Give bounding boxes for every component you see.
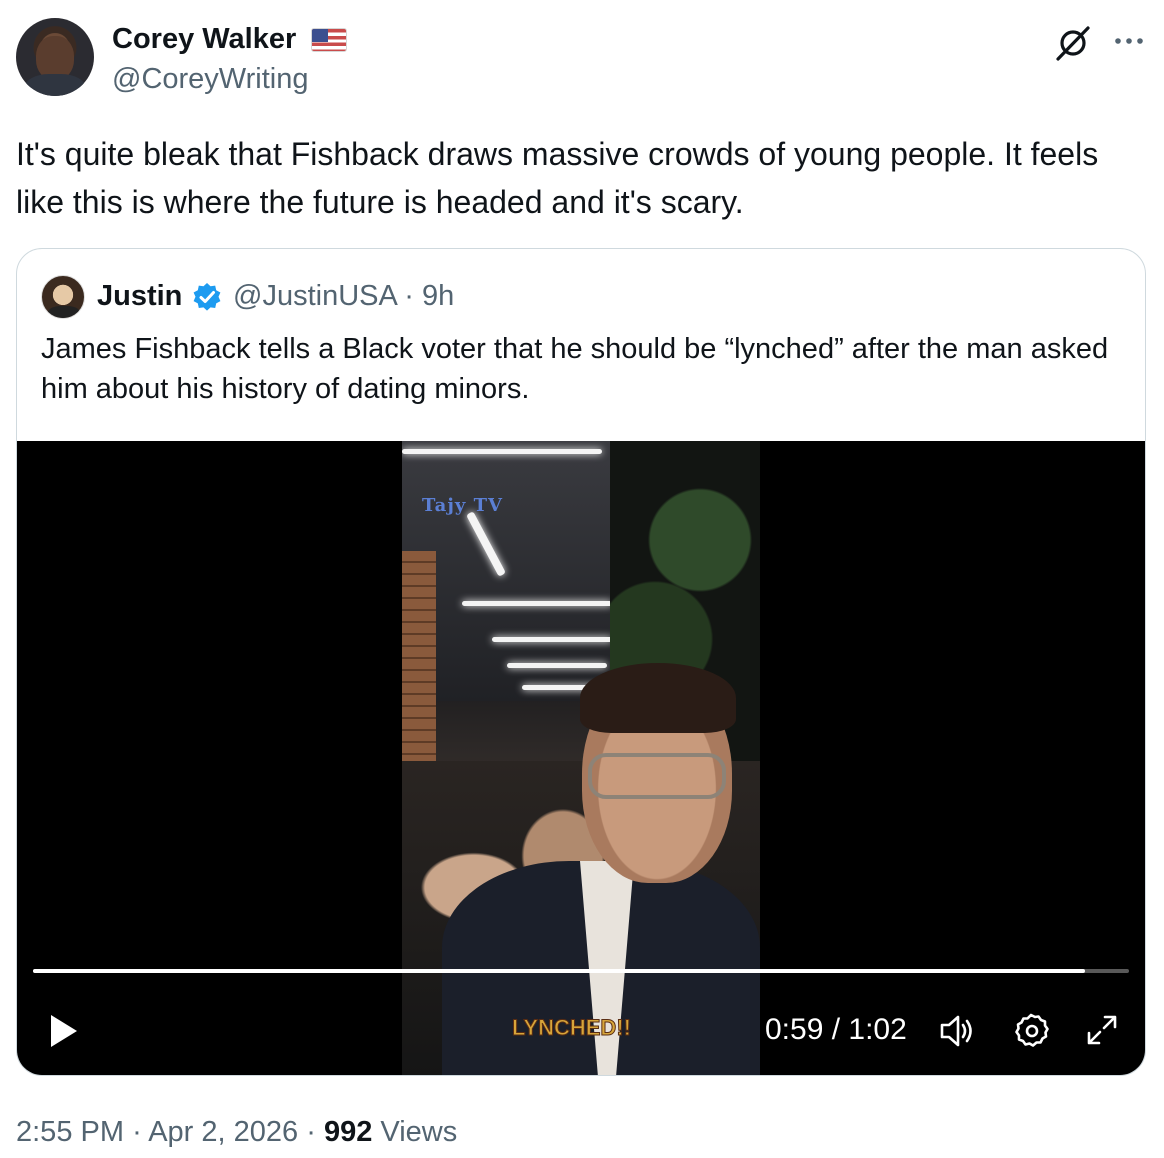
play-icon[interactable]: [47, 1011, 81, 1051]
us-flag-icon: [311, 28, 347, 52]
video-player[interactable]: Tajy TV LYNCHED!! 0:59 / 1:02: [17, 441, 1145, 1075]
more-icon[interactable]: [1112, 24, 1146, 58]
volume-icon[interactable]: [937, 1011, 977, 1051]
video-light: [462, 601, 612, 606]
tweet-text: It's quite bleak that Fishback draws mas…: [16, 136, 1099, 220]
tweet-time[interactable]: 2:55 PM: [16, 1116, 124, 1148]
author-handle[interactable]: @CoreyWriting: [112, 62, 309, 96]
meta-separator: ·: [132, 1116, 142, 1148]
settings-icon[interactable]: [1011, 1011, 1051, 1051]
fullscreen-icon[interactable]: [1083, 1011, 1121, 1049]
tweet-date[interactable]: Apr 2, 2026: [148, 1116, 298, 1148]
video-man-glasses: [588, 753, 726, 799]
video-progress-track[interactable]: [33, 969, 1129, 973]
grok-icon[interactable]: [1054, 24, 1092, 62]
meta-separator: ·: [306, 1116, 316, 1148]
video-man-hair: [580, 663, 736, 733]
author-avatar[interactable]: [16, 18, 94, 96]
quote-card[interactable]: Justin @JustinUSA · 9h James Fishback te…: [16, 248, 1146, 1076]
views-count: 992: [323, 1116, 373, 1148]
video-frame: Tajy TV LYNCHED!!: [402, 441, 760, 1075]
quote-handle-time[interactable]: @JustinUSA · 9h: [233, 279, 454, 313]
video-light: [492, 637, 612, 642]
video-progress-fill: [33, 969, 1086, 973]
video-caption: LYNCHED!!: [512, 1015, 632, 1041]
tweet-meta: 2:55 PM · Apr 2, 2026 · 992 Views: [16, 1112, 457, 1152]
verified-badge-icon: [193, 283, 221, 311]
views-label: Views: [380, 1116, 458, 1148]
quote-text: James Fishback tells a Black voter that …: [41, 333, 1109, 405]
video-light: [507, 663, 607, 668]
quote-author-name[interactable]: Justin: [97, 279, 182, 313]
video-time: 0:59 / 1:02: [765, 1013, 907, 1046]
video-light: [402, 449, 602, 454]
video-watermark: Tajy TV: [422, 495, 503, 516]
quote-avatar[interactable]: [41, 275, 85, 319]
author-name[interactable]: Corey Walker: [112, 22, 296, 56]
